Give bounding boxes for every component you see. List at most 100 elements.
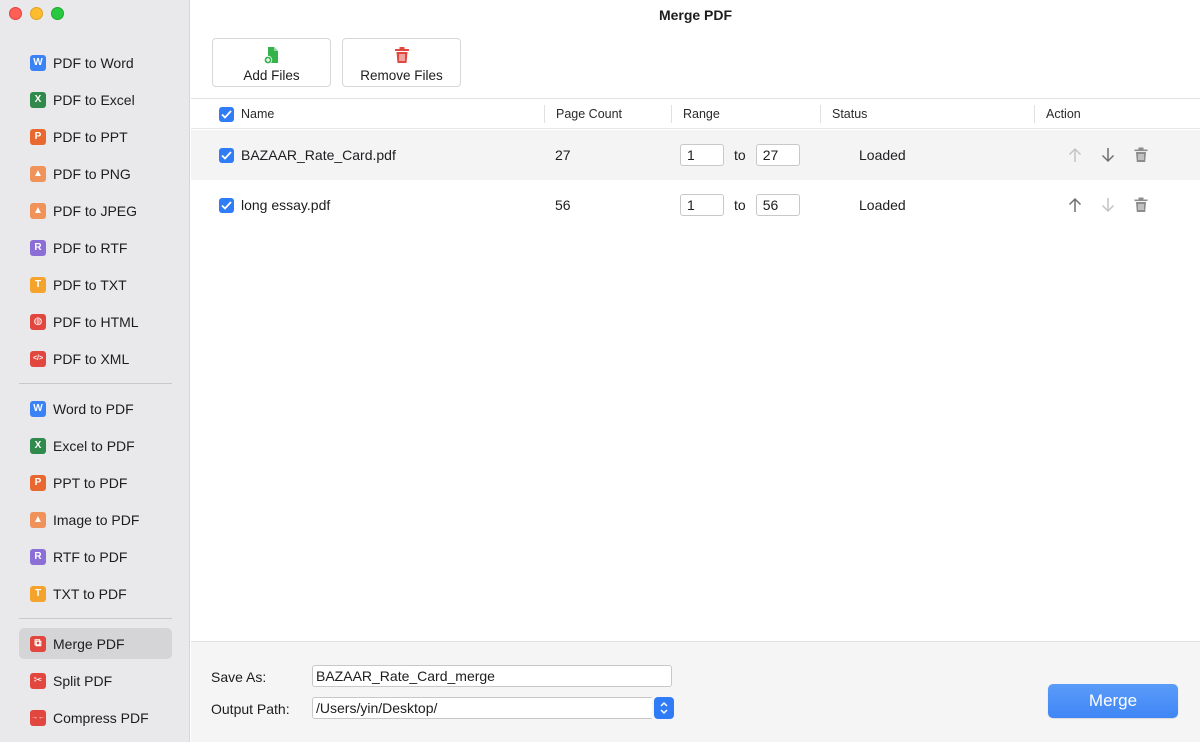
- sidebar-item-label: Word to PDF: [53, 400, 134, 417]
- rtf-icon: R: [30, 548, 46, 565]
- txt-icon: T: [30, 585, 46, 602]
- txt-icon: T: [30, 276, 46, 293]
- checkmark-icon: [219, 197, 234, 213]
- scissors-icon: ✂: [30, 672, 46, 689]
- move-up-button[interactable]: [1065, 145, 1085, 165]
- merge-button[interactable]: Merge: [1048, 684, 1178, 718]
- trash-icon: [394, 45, 410, 65]
- sidebar-item-label: Image to PDF: [53, 511, 140, 528]
- sidebar-item-label: PDF to JPEG: [53, 202, 138, 219]
- image-icon: ▲: [30, 202, 46, 219]
- move-down-button[interactable]: [1098, 145, 1118, 165]
- ppt-icon: P: [30, 128, 46, 145]
- sidebar-item-pdf-to-excel[interactable]: X PDF to Excel: [19, 84, 172, 115]
- chevron-updown-icon: [660, 701, 668, 715]
- delete-row-button[interactable]: [1131, 195, 1151, 215]
- sidebar-item-image-to-pdf[interactable]: ▲ Image to PDF: [19, 504, 172, 535]
- column-separator: [544, 105, 545, 123]
- table-row[interactable]: BAZAAR_Rate_Card.pdf 27 1 to 27 Loaded: [191, 130, 1200, 180]
- sidebar-divider: [19, 383, 172, 384]
- row-checkbox[interactable]: [219, 130, 234, 180]
- sidebar-item-pdf-to-word[interactable]: W PDF to Word: [19, 47, 172, 78]
- move-down-button[interactable]: [1098, 195, 1118, 215]
- output-settings: Save As: BAZAAR_Rate_Card_merge Output P…: [191, 642, 1200, 742]
- range-to-input[interactable]: 27: [755, 144, 800, 166]
- table-header: Name Page Count Range Status Action: [191, 99, 1200, 129]
- arrow-up-icon: [1068, 197, 1082, 212]
- window-controls: [9, 7, 64, 20]
- zoom-window-button[interactable]: [51, 7, 64, 20]
- output-path-select[interactable]: /Users/yin/Desktop/: [312, 697, 652, 719]
- ppt-icon: P: [30, 474, 46, 491]
- range-to-label: to: [734, 147, 746, 163]
- minimize-window-button[interactable]: [30, 7, 43, 20]
- sidebar: W PDF to Word X PDF to Excel P PDF to PPT ▲ PDF…: [0, 0, 190, 742]
- add-files-button[interactable]: Add Files: [212, 38, 331, 87]
- table-row[interactable]: long essay.pdf 56 1 to 56 Loaded: [191, 180, 1200, 230]
- image-icon: ▲: [30, 511, 46, 528]
- sidebar-item-pdf-to-xml[interactable]: </> PDF to XML: [19, 343, 172, 374]
- arrow-up-icon: [1068, 147, 1082, 162]
- rtf-icon: R: [30, 239, 46, 256]
- range-to-input[interactable]: 56: [755, 194, 800, 216]
- sidebar-group-pdf-to: W PDF to Word X PDF to Excel P PDF to PPT ▲ PDF…: [19, 47, 172, 380]
- sidebar-item-word-to-pdf[interactable]: W Word to PDF: [19, 393, 172, 424]
- move-up-button[interactable]: [1065, 195, 1085, 215]
- checkmark-icon: [219, 147, 234, 163]
- column-header-name[interactable]: Name: [241, 99, 274, 129]
- excel-icon: X: [30, 91, 46, 108]
- main-panel: Merge PDF Add Files Remove Files Name Pa…: [191, 0, 1200, 742]
- sidebar-item-label: PPT to PDF: [53, 474, 128, 491]
- page-count: 27: [555, 147, 571, 163]
- sidebar-item-pdf-to-jpeg[interactable]: ▲ PDF to JPEG: [19, 195, 172, 226]
- sidebar-item-label: Compress PDF: [53, 709, 149, 726]
- image-icon: ▲: [30, 165, 46, 182]
- select-all-checkbox[interactable]: [219, 99, 234, 129]
- globe-icon: ◍: [30, 313, 46, 330]
- sidebar-item-split-pdf[interactable]: ✂ Split PDF: [19, 665, 172, 696]
- sidebar-item-excel-to-pdf[interactable]: X Excel to PDF: [19, 430, 172, 461]
- sidebar-item-compress-pdf[interactable]: →← Compress PDF: [19, 702, 172, 733]
- sidebar-item-txt-to-pdf[interactable]: T TXT to PDF: [19, 578, 172, 609]
- sidebar-item-pdf-to-html[interactable]: ◍ PDF to HTML: [19, 306, 172, 337]
- sidebar-item-pdf-to-rtf[interactable]: R PDF to RTF: [19, 232, 172, 263]
- sidebar-group-tools: ⧉ Merge PDF ✂ Split PDF →← Compress PDF: [19, 628, 172, 739]
- close-window-button[interactable]: [9, 7, 22, 20]
- sidebar-item-merge-pdf[interactable]: ⧉ Merge PDF: [19, 628, 172, 659]
- sidebar-item-label: Excel to PDF: [53, 437, 135, 454]
- checkmark-icon: [219, 106, 234, 122]
- column-header-page-count[interactable]: Page Count: [556, 99, 622, 129]
- sidebar-item-label: PDF to XML: [53, 350, 130, 367]
- column-header-range[interactable]: Range: [683, 99, 720, 129]
- row-checkbox[interactable]: [219, 180, 234, 230]
- range-from-input[interactable]: 1: [680, 144, 724, 166]
- sidebar-item-pdf-to-txt[interactable]: T PDF to TXT: [19, 269, 172, 300]
- sidebar-item-label: PDF to PPT: [53, 128, 128, 145]
- range-from-input[interactable]: 1: [680, 194, 724, 216]
- delete-row-button[interactable]: [1131, 145, 1151, 165]
- column-separator: [1034, 105, 1035, 123]
- sidebar-item-label: Split PDF: [53, 672, 113, 689]
- sidebar-item-ppt-to-pdf[interactable]: P PPT to PDF: [19, 467, 172, 498]
- sidebar-item-pdf-to-ppt[interactable]: P PDF to PPT: [19, 121, 172, 152]
- save-as-input[interactable]: BAZAAR_Rate_Card_merge: [312, 665, 672, 687]
- code-icon: </>: [30, 350, 46, 367]
- output-path-label: Output Path:: [211, 701, 290, 717]
- sidebar-item-label: TXT to PDF: [53, 585, 127, 602]
- remove-files-label: Remove Files: [360, 68, 443, 83]
- sidebar-item-rtf-to-pdf[interactable]: R RTF to PDF: [19, 541, 172, 572]
- column-header-action[interactable]: Action: [1046, 99, 1081, 129]
- column-header-status[interactable]: Status: [832, 99, 867, 129]
- page-count: 56: [555, 197, 571, 213]
- remove-files-button[interactable]: Remove Files: [342, 38, 461, 87]
- file-name: BAZAAR_Rate_Card.pdf: [241, 147, 396, 163]
- sidebar-item-pdf-to-png[interactable]: ▲ PDF to PNG: [19, 158, 172, 189]
- add-file-icon: [263, 45, 281, 65]
- sidebar-item-label: Merge PDF: [53, 635, 125, 652]
- word-icon: W: [30, 54, 46, 71]
- output-path-stepper[interactable]: [654, 697, 674, 719]
- compress-icon: →←: [30, 709, 46, 726]
- merge-icon: ⧉: [30, 635, 46, 652]
- sidebar-item-label: PDF to Excel: [53, 91, 135, 108]
- sidebar-item-label: PDF to Word: [53, 54, 134, 71]
